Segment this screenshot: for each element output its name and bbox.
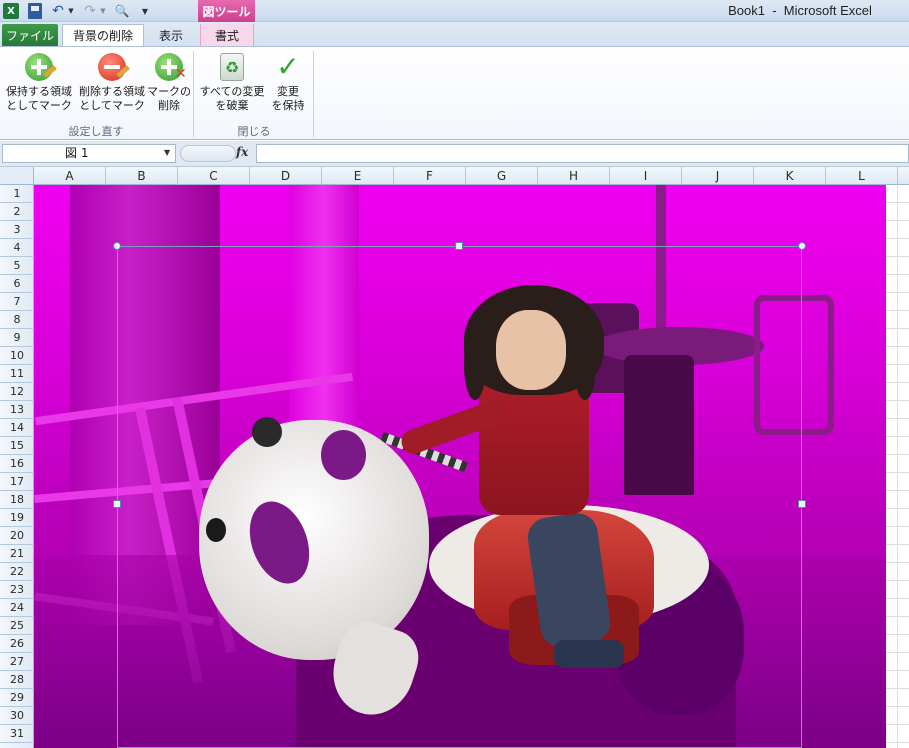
row-header[interactable]: 29 — [0, 689, 34, 707]
name-box[interactable]: 図 1 — [2, 144, 176, 163]
row-header[interactable]: 22 — [0, 563, 34, 581]
delete-mark-button[interactable]: ✕ マークの 削除 — [147, 51, 191, 123]
row-header[interactable]: 25 — [0, 617, 34, 635]
column-header[interactable]: F — [394, 167, 466, 185]
recycle-bin-icon: ♻ — [220, 53, 244, 81]
mark-areas-to-keep-button[interactable]: 保持する領域 としてマーク — [5, 51, 73, 123]
row-header[interactable]: 31 — [0, 725, 34, 743]
row-header[interactable]: 21 — [0, 545, 34, 563]
row-header[interactable]: 8 — [0, 311, 34, 329]
row-header[interactable]: 16 — [0, 455, 34, 473]
row-header[interactable]: 14 — [0, 419, 34, 437]
group-label-refine: 設定し直す — [68, 125, 124, 138]
formula-bar: 図 1 ▼ fx — [0, 141, 909, 167]
tab-view[interactable]: 表示 — [148, 24, 194, 46]
row-header[interactable]: 4 — [0, 239, 34, 257]
column-header[interactable]: D — [250, 167, 322, 185]
tab-background-removal[interactable]: 背景の削除 — [62, 24, 144, 46]
row-header[interactable]: 26 — [0, 635, 34, 653]
keep-area-marquee[interactable] — [117, 246, 802, 748]
column-headers: ABCDEFGHIJKL — [34, 167, 909, 185]
row-header[interactable]: 2 — [0, 203, 34, 221]
group-separator — [193, 51, 194, 137]
mark-keep-label: 保持する領域 としてマーク — [6, 85, 72, 112]
minus-pencil-icon — [98, 53, 130, 81]
window-title: Book1 - Microsoft Excel — [728, 3, 872, 18]
column-header[interactable]: J — [682, 167, 754, 185]
picture-tools-context-header: 図ツール — [198, 0, 255, 22]
redo-dropdown-icon[interactable]: ▼ — [99, 3, 107, 19]
row-header[interactable]: 7 — [0, 293, 34, 311]
row-header[interactable]: 3 — [0, 221, 34, 239]
customize-arrow-icon[interactable]: ▼ — [140, 3, 150, 19]
delete-mark-label: マークの 削除 — [147, 85, 191, 112]
ribbon-tab-row: ファイル 背景の削除 表示 書式 — [0, 22, 909, 46]
row-header[interactable]: 15 — [0, 437, 34, 455]
keep-changes-label: 変更 を保持 — [271, 85, 305, 112]
excel-icon[interactable]: X — [3, 3, 19, 19]
row-header[interactable]: 12 — [0, 383, 34, 401]
insert-function-icon[interactable]: fx — [236, 145, 256, 159]
row-header[interactable]: 23 — [0, 581, 34, 599]
column-header[interactable]: K — [754, 167, 826, 185]
row-header[interactable]: 1 — [0, 185, 34, 203]
group-separator — [313, 51, 314, 137]
marquee-handle-top[interactable] — [455, 242, 463, 250]
column-header[interactable]: A — [34, 167, 106, 185]
row-header[interactable]: 6 — [0, 275, 34, 293]
print-preview-icon[interactable]: 🔍 — [114, 3, 130, 19]
row-header[interactable]: 10 — [0, 347, 34, 365]
keep-changes-button[interactable]: ✓ 変更 を保持 — [268, 51, 308, 123]
redo-icon[interactable]: ↷ — [82, 3, 98, 19]
discard-all-changes-button[interactable]: ♻ すべての変更 を破棄 — [198, 51, 266, 123]
marquee-handle-right[interactable] — [798, 500, 806, 508]
group-label-close: 閉じる — [237, 125, 271, 138]
column-header[interactable]: B — [106, 167, 178, 185]
worksheet-grid: ABCDEFGHIJKL 1 2 3 4 5 6 7 8 9 10 11 12 13 14 15 16 17 18… — [0, 167, 909, 748]
row-header[interactable]: 18 — [0, 491, 34, 509]
tab-file[interactable]: ファイル — [2, 24, 58, 46]
plus-pencil-icon — [25, 53, 57, 81]
title-bar: X ↶ ▼ ↷ ▼ 🔍 ▼ 図ツール Book1 - Microsoft Exc… — [0, 0, 909, 22]
row-headers: 1 2 3 4 5 6 7 8 9 10 11 12 13 14 15 16 17 18 19 20 21 22 23 24 2… — [0, 185, 34, 748]
marquee-handle-left[interactable] — [113, 500, 121, 508]
row-header[interactable]: 28 — [0, 671, 34, 689]
row-header[interactable]: 11 — [0, 365, 34, 383]
name-box-dropdown-icon[interactable]: ▼ — [164, 148, 170, 157]
discard-all-label: すべての変更 を破棄 — [199, 85, 265, 112]
row-header[interactable]: 5 — [0, 257, 34, 275]
delete-mark-icon: ✕ — [155, 53, 187, 81]
row-header[interactable]: 24 — [0, 599, 34, 617]
select-all-corner[interactable] — [0, 167, 34, 185]
row-header[interactable]: 9 — [0, 329, 34, 347]
column-header[interactable]: I — [610, 167, 682, 185]
mark-areas-to-remove-button[interactable]: 削除する領域 としてマーク — [77, 51, 147, 123]
column-header[interactable]: G — [466, 167, 538, 185]
column-header[interactable]: E — [322, 167, 394, 185]
formula-controls[interactable] — [180, 145, 236, 162]
column-header[interactable]: H — [538, 167, 610, 185]
row-header[interactable]: 17 — [0, 473, 34, 491]
row-header[interactable]: 27 — [0, 653, 34, 671]
marquee-handle-top-right[interactable] — [798, 242, 806, 250]
checkmark-icon: ✓ — [276, 50, 300, 83]
column-header[interactable]: C — [178, 167, 250, 185]
undo-dropdown-icon[interactable]: ▼ — [67, 3, 75, 19]
row-header[interactable]: 19 — [0, 509, 34, 527]
row-header[interactable]: 20 — [0, 527, 34, 545]
tab-format[interactable]: 書式 — [200, 24, 254, 46]
undo-icon[interactable]: ↶ — [50, 3, 66, 19]
save-icon[interactable] — [28, 3, 42, 19]
formula-input[interactable] — [256, 144, 909, 163]
marquee-handle-top-left[interactable] — [113, 242, 121, 250]
row-header[interactable]: 30 — [0, 707, 34, 725]
row-header[interactable]: 13 — [0, 401, 34, 419]
ribbon: 保持する領域 としてマーク 削除する領域 としてマーク ✕ マークの 削除 設定… — [0, 46, 909, 140]
column-header[interactable]: L — [826, 167, 898, 185]
mark-remove-label: 削除する領域 としてマーク — [79, 85, 145, 112]
